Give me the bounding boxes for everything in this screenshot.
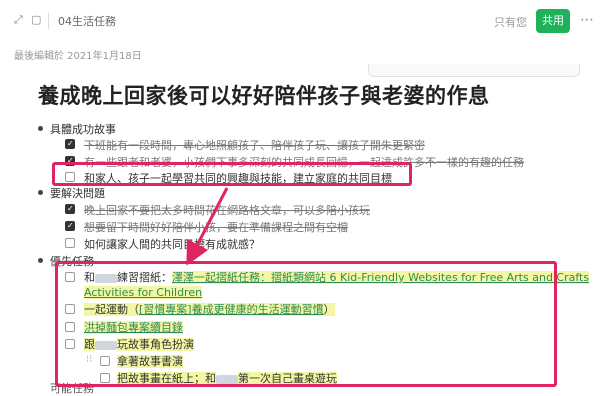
task-text[interactable]: 晚上回家不要把太多時間花在網路格文章，可以多陪小孩玩 [84,202,370,218]
bullet-icon [38,126,43,131]
sharing-status: 只有您 [494,16,527,29]
bullet-icon [38,258,43,263]
note-title[interactable]: 養成晚上回家後可以好好陪伴孩子與老婆的作息 [38,80,490,110]
bullet-icon [38,190,43,195]
expand-icon[interactable]: ⤢ [14,14,26,26]
last-edited-label: 最後編輯於 2021年1月18日 [14,51,142,62]
share-button[interactable]: 共用 [536,9,570,33]
section-label-problems[interactable]: 要解決問題 [50,185,105,201]
sidebar-toggle-icon[interactable]: ▢ [31,14,43,26]
task-text[interactable]: 想要留下時間好好陪伴小孩，要在準備課程之間有空檔 [84,219,348,235]
checkbox-checked[interactable] [65,221,75,231]
task-text[interactable]: 如何讓家人間的共同目標有成就感？ [84,236,260,252]
checkbox-checked[interactable] [65,204,75,214]
checkbox-checked[interactable] [65,139,75,149]
checkbox-unchecked[interactable] [65,238,75,248]
more-horizontal-icon[interactable]: ⋯ [580,12,594,28]
section-label-success[interactable]: 具體成功故事 [50,121,116,137]
format-toolbar[interactable] [368,64,580,77]
annotation-box-goal [52,162,412,186]
annotation-box-priority [55,261,557,387]
toolbar-divider [48,13,49,29]
task-text[interactable]: 下班能有一段時間，專心地照顧孩子、陪伴孩子玩、讓孩子開朱更緊密 [84,137,425,153]
top-bar: ⤢ ▢ 04生活任務 只有您 共用 ⋯ [0,0,600,44]
notebook-breadcrumb[interactable]: 04生活任務 [58,13,116,29]
